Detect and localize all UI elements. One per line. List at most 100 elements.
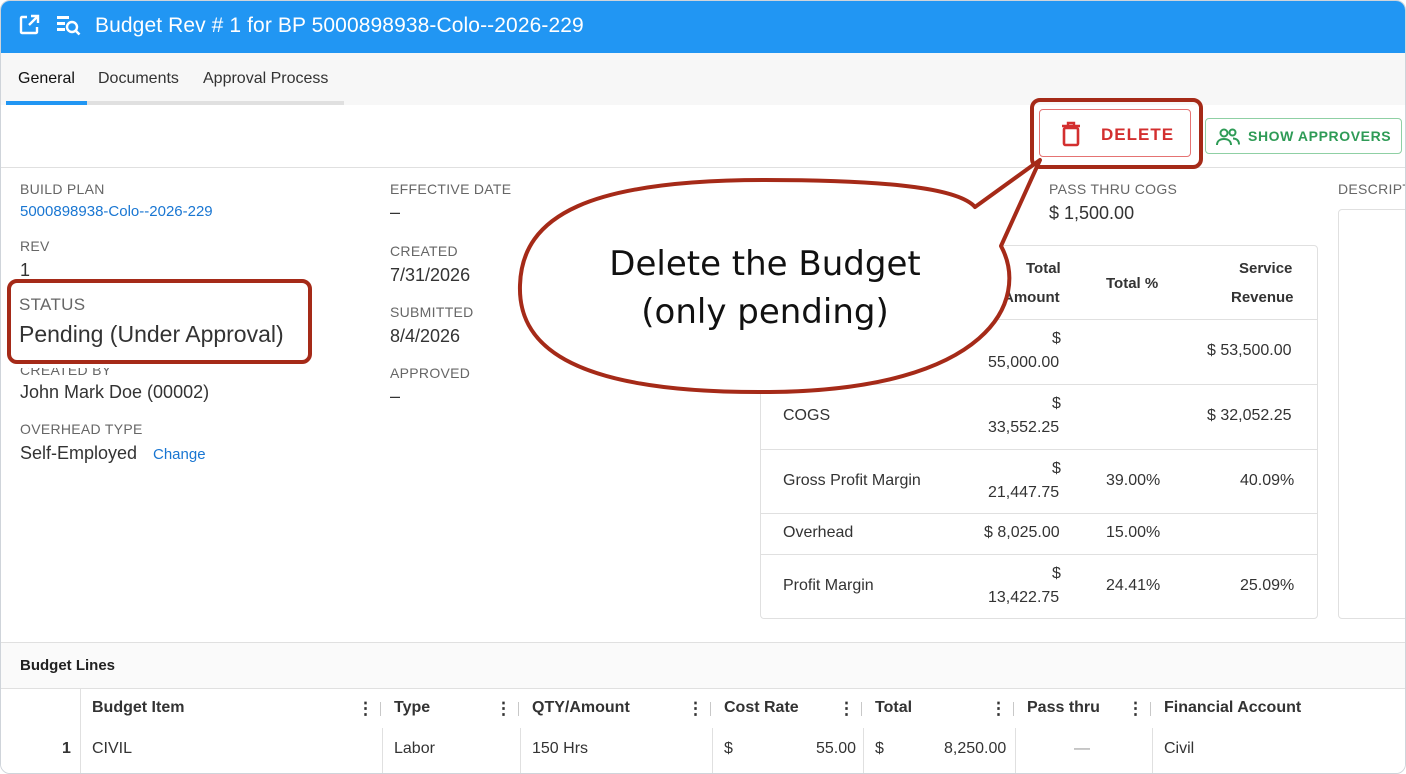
description-box[interactable] [1338, 209, 1405, 619]
cell-divider [520, 728, 521, 773]
summary-row-label: Overhead [783, 524, 854, 541]
app-window: Budget Rev # 1 for BP 5000898938-Colo--2… [0, 0, 1406, 774]
overhead-type-value: Self-Employed [20, 443, 138, 463]
overhead-type-label: OVERHEAD TYPE [20, 421, 143, 437]
column-header-type[interactable]: Type [394, 699, 430, 717]
effective-date-value: – [390, 202, 401, 222]
column-resize-handle[interactable] [710, 702, 711, 716]
cell-divider [863, 728, 864, 773]
build-plan-label: BUILD PLAN [20, 181, 105, 197]
show-approvers-label: SHOW APPROVERS [1248, 128, 1392, 144]
service-revenue-header-2: Revenue [1231, 289, 1294, 306]
tab-approval-process[interactable]: Approval Process [203, 70, 328, 88]
column-resize-handle[interactable] [380, 702, 381, 716]
total-amount-header: Total [1026, 260, 1061, 277]
rev-value: 1 [20, 260, 31, 280]
cell-total-symbol: $ [875, 740, 884, 757]
column-menu-icon[interactable]: ⋮ [990, 699, 1007, 719]
summary-percent-value: 24.41% [1106, 577, 1161, 594]
summary-total-symbol: $ [1052, 460, 1061, 477]
show-approvers-button[interactable]: SHOW APPROVERS [1205, 118, 1402, 154]
total-percent-header: Total % [1106, 275, 1159, 292]
column-menu-icon[interactable]: ⋮ [495, 699, 512, 719]
column-resize-handle[interactable] [861, 702, 862, 716]
column-resize-handle[interactable] [1150, 702, 1151, 716]
summary-total-symbol: $ [1052, 330, 1061, 347]
column-header-financial-account[interactable]: Financial Account [1164, 699, 1301, 717]
created-value: 7/31/2026 [390, 265, 471, 285]
summary-row-label: Gross Profit Margin [783, 472, 921, 489]
view-details-icon[interactable] [55, 13, 81, 42]
tab-bar: General Documents Approval Process [1, 53, 1405, 105]
created-by-label: CREATED BY [20, 362, 112, 378]
cell-divider [382, 728, 383, 773]
description-label: DESCRIPT [1338, 181, 1406, 197]
summary-service-value: 25.09% [1240, 577, 1295, 594]
summary-service-value: $ 32,052.25 [1207, 407, 1292, 424]
summary-service-value: $ 53,500.00 [1207, 342, 1292, 359]
summary-percent-value: 15.00% [1106, 524, 1161, 541]
submitted-label: SUBMITTED [390, 304, 474, 320]
summary-total-value: $ 8,025.00 [984, 524, 1060, 541]
approved-value: – [390, 386, 401, 406]
column-resize-handle[interactable] [1013, 702, 1014, 716]
created-by-value: John Mark Doe (00002) [20, 382, 210, 402]
effective-date-label: EFFECTIVE DATE [390, 181, 512, 197]
service-revenue-header: Service [1239, 260, 1293, 277]
title-bar: Budget Rev # 1 for BP 5000898938-Colo--2… [1, 1, 1405, 53]
submitted-value: 8/4/2026 [390, 326, 461, 346]
pass-thru-cogs-label: PASS THRU COGS [1049, 181, 1178, 197]
callout-line-2: (only pending) [641, 292, 889, 332]
summary-total-value: 21,447.75 [988, 484, 1060, 501]
approved-label: APPROVED [390, 365, 471, 381]
cell-budget-item[interactable]: CIVIL [92, 740, 132, 758]
page-title: Budget Rev # 1 for BP 5000898938-Colo--2… [95, 14, 584, 37]
total-amount-header-2: Amount [1003, 289, 1060, 306]
cell-cost-rate-symbol: $ [724, 740, 733, 757]
budget-lines-title: Budget Lines [20, 657, 116, 674]
summary-total-symbol: $ [1052, 565, 1061, 582]
column-menu-icon[interactable]: ⋮ [687, 699, 704, 719]
column-header-budget-item[interactable]: Budget Item [92, 699, 184, 717]
cell-qty-amount[interactable]: 150 Hrs [532, 740, 588, 758]
summary-row-label: COGS [783, 407, 831, 424]
cell-cost-rate[interactable]: 55.00 [816, 740, 856, 758]
column-header-qty-amount[interactable]: QTY/Amount [532, 699, 630, 717]
column-menu-icon[interactable]: ⋮ [1127, 699, 1144, 719]
change-overhead-link[interactable]: Change [153, 446, 206, 463]
build-plan-link[interactable]: 5000898938-Colo--2026-229 [20, 203, 213, 220]
created-label: CREATED [390, 243, 458, 259]
column-resize-handle[interactable] [518, 702, 519, 716]
cell-pass-thru[interactable]: — [1074, 740, 1090, 758]
cell-financial-account[interactable]: Civil [1164, 740, 1194, 758]
summary-total-value: 55,000.00 [988, 354, 1060, 371]
tab-general[interactable]: General [18, 70, 75, 88]
summary-total-symbol: $ [1052, 395, 1061, 412]
rev-label: REV [20, 238, 50, 254]
table-row[interactable]: 1 CIVIL Labor 150 Hrs $ 55.00 $ 8,250.00… [1, 728, 1405, 773]
summary-row-label: Profit Margin [783, 577, 874, 594]
tab-documents[interactable]: Documents [98, 70, 179, 88]
delete-highlight-box [1030, 98, 1203, 169]
column-menu-icon[interactable]: ⋮ [357, 699, 374, 719]
people-icon [1216, 127, 1240, 152]
row-divider [761, 513, 1317, 514]
callout-text: Delete the Budget (only pending) [540, 240, 990, 336]
column-header-cost-rate[interactable]: Cost Rate [724, 699, 799, 717]
cell-total[interactable]: 8,250.00 [944, 740, 1006, 758]
summary-total-value: 33,552.25 [988, 419, 1060, 436]
column-header-total[interactable]: Total [875, 699, 912, 717]
cell-type[interactable]: Labor [394, 740, 435, 758]
open-external-icon[interactable] [17, 13, 41, 42]
row-number: 1 [62, 740, 71, 757]
column-menu-icon[interactable]: ⋮ [838, 699, 855, 719]
status-highlight-box [7, 279, 312, 364]
budget-lines-header: Budget Item ⋮ Type ⋮ QTY/Amount ⋮ Cost R… [1, 688, 1405, 730]
column-header-pass-thru[interactable]: Pass thru [1027, 699, 1100, 717]
summary-percent-value: 39.00% [1106, 472, 1161, 489]
row-number-divider [80, 689, 81, 729]
column-menu-icon[interactable]: ⋮ [1400, 699, 1405, 719]
pass-thru-cogs-value: $ 1,500.00 [1049, 203, 1135, 223]
cell-divider [80, 728, 81, 773]
budget-lines-section: Budget Lines [1, 642, 1405, 689]
